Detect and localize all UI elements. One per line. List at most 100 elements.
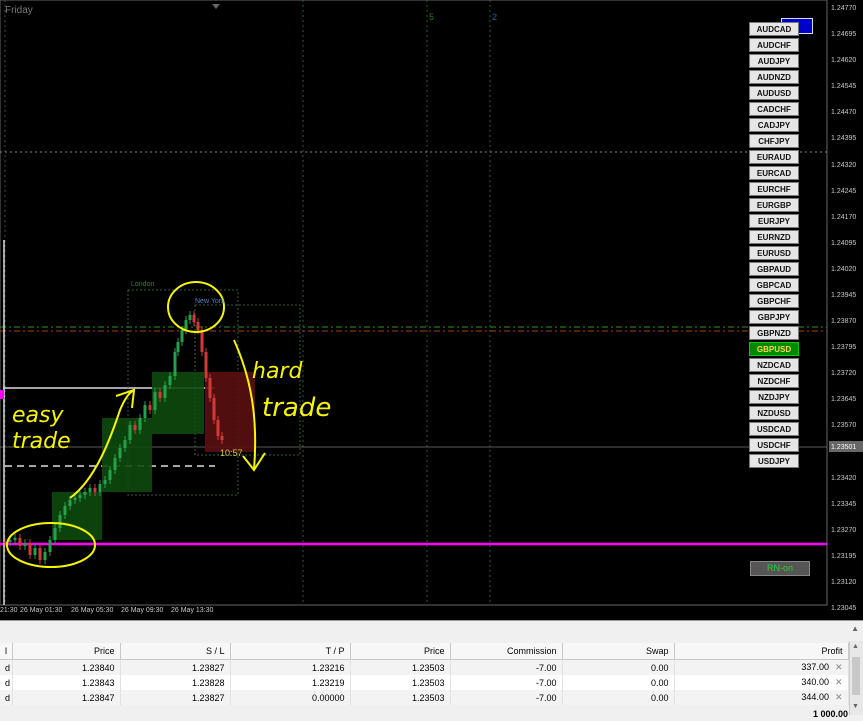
candle-body xyxy=(204,352,208,378)
candle-body xyxy=(196,322,200,330)
pair-button-nzdjpy[interactable]: NZDJPY xyxy=(749,390,799,404)
pair-button-audchf[interactable]: AUDCHF xyxy=(749,38,799,52)
candle-body xyxy=(33,548,37,555)
tp-cell[interactable]: 1.23219 xyxy=(230,675,351,690)
candle-body xyxy=(53,528,57,540)
pair-button-euraud[interactable]: EURAUD xyxy=(749,150,799,164)
close-position-icon[interactable]: ✕ xyxy=(829,677,843,687)
time-tick-label: 26 May 01:30 xyxy=(20,607,63,614)
pair-button-cadchf[interactable]: CADCHF xyxy=(749,102,799,116)
price-tick-label: 1.24020 xyxy=(831,265,857,273)
pair-button-eurcad[interactable]: EURCAD xyxy=(749,166,799,180)
candle-body xyxy=(98,484,102,492)
column-header[interactable]: Price xyxy=(12,643,121,660)
pair-button-audnzd[interactable]: AUDNZD xyxy=(749,70,799,84)
terminal-scrollbar[interactable]: ▲ ▼ xyxy=(849,641,863,715)
candle-body xyxy=(88,488,92,492)
pair-button-nzdchf[interactable]: NZDCHF xyxy=(749,374,799,388)
session-label-london: London xyxy=(131,281,154,288)
column-header[interactable]: Commission xyxy=(450,643,563,660)
pair-button-chfjpy[interactable]: CHFJPY xyxy=(749,134,799,148)
pair-button-usdcad[interactable]: USDCAD xyxy=(749,422,799,436)
pair-button-eurusd[interactable]: EURUSD xyxy=(749,246,799,260)
pair-button-nzdcad[interactable]: NZDCAD xyxy=(749,358,799,372)
pair-button-gbpcad[interactable]: GBPCAD xyxy=(749,278,799,292)
close-position-icon[interactable]: ✕ xyxy=(829,662,843,672)
annotation-text: trade xyxy=(12,429,71,454)
pair-button-audusd[interactable]: AUDUSD xyxy=(749,86,799,100)
price-tick-label: 1.24770 xyxy=(831,5,857,12)
candle-body xyxy=(108,470,112,480)
profit-cell: 337.00 ✕ xyxy=(674,659,849,675)
sl-cell[interactable]: 1.23827 xyxy=(120,690,231,705)
chevron-up-icon[interactable]: ▲ xyxy=(851,624,859,633)
candle-body xyxy=(153,392,157,410)
pair-button-gbpchf[interactable]: GBPCHF xyxy=(749,294,799,308)
candle-body xyxy=(184,320,188,330)
candle-timer: 10:57 xyxy=(220,448,243,458)
tp-cell[interactable]: 1.23216 xyxy=(230,659,351,675)
candle-body xyxy=(168,376,172,385)
candle-body xyxy=(83,492,87,495)
price-tick-label: 1.23420 xyxy=(831,474,857,482)
column-header[interactable]: l xyxy=(0,643,13,660)
trades-table: l Price S / L T / P Price Commission Swa… xyxy=(0,643,849,705)
candle-body xyxy=(58,515,62,528)
column-header[interactable]: Profit xyxy=(674,643,849,660)
swap-cell: 0.00 xyxy=(562,675,675,690)
close-position-icon[interactable]: ✕ xyxy=(829,692,843,702)
pair-button-usdjpy[interactable]: USDJPY xyxy=(749,454,799,468)
demand-zone xyxy=(152,372,204,434)
pair-button-gbpjpy[interactable]: GBPJPY xyxy=(749,310,799,324)
candle-body xyxy=(3,542,7,543)
price-tick-label: 1.24695 xyxy=(831,31,857,39)
candle-body xyxy=(118,448,122,458)
pair-button-nzdusd[interactable]: NZDUSD xyxy=(749,406,799,420)
candle-body xyxy=(43,552,47,560)
pair-button-eurchf[interactable]: EURCHF xyxy=(749,182,799,196)
candle-body xyxy=(143,405,147,418)
scroll-marker-icon xyxy=(212,4,220,9)
candle-body xyxy=(220,436,224,440)
column-header[interactable]: Swap xyxy=(562,643,675,660)
pair-button-usdchf[interactable]: USDCHF xyxy=(749,438,799,452)
column-header[interactable]: Price xyxy=(350,643,451,660)
profit-value: 337.00 xyxy=(801,662,829,672)
table-row[interactable]: d 1.23843 1.23828 1.23219 1.23503 -7.00 … xyxy=(0,675,849,690)
pair-button-audcad[interactable]: AUDCAD xyxy=(749,22,799,36)
pair-button-cadjpy[interactable]: CADJPY xyxy=(749,118,799,132)
column-header[interactable]: S / L xyxy=(120,643,231,660)
table-row[interactable]: d 1.23840 1.23827 1.23216 1.23503 -7.00 … xyxy=(0,659,849,675)
pair-button-eurgbp[interactable]: EURGBP xyxy=(749,198,799,212)
annotation-text: hard xyxy=(252,359,303,384)
table-row[interactable]: d 1.23847 1.23827 0.00000 1.23503 -7.00 … xyxy=(0,690,849,705)
scroll-up-icon[interactable]: ▲ xyxy=(852,643,859,650)
pair-button-gbpnzd[interactable]: GBPNZD xyxy=(749,326,799,340)
price-tick-label: 1.23270 xyxy=(831,526,857,534)
price-tick-label: 1.23945 xyxy=(831,291,857,299)
sl-cell[interactable]: 1.23828 xyxy=(120,675,231,690)
candle-body xyxy=(200,330,204,352)
pair-button-eurjpy[interactable]: EURJPY xyxy=(749,214,799,228)
price-chart[interactable]: easy trade hard trade London New York 10… xyxy=(0,0,863,620)
profit-cell: 344.00 ✕ xyxy=(674,690,849,705)
rn-toggle-button[interactable]: RN-on xyxy=(750,561,810,576)
pair-button-gbpaud[interactable]: GBPAUD xyxy=(749,262,799,276)
pair-button-eurnzd[interactable]: EURNZD xyxy=(749,230,799,244)
scroll-thumb[interactable] xyxy=(852,657,860,695)
candle-body xyxy=(158,392,162,398)
plot-frame xyxy=(0,0,828,606)
price-cell: 1.23503 xyxy=(350,675,451,690)
candle-body xyxy=(180,330,184,342)
sl-cell[interactable]: 1.23827 xyxy=(120,659,231,675)
tp-cell[interactable]: 0.00000 xyxy=(230,690,351,705)
pair-button-audjpy[interactable]: AUDJPY xyxy=(749,54,799,68)
open-price-cell: 1.23847 xyxy=(12,690,121,705)
pair-button-gbpusd[interactable]: GBPUSD xyxy=(749,342,799,356)
chart-canvas[interactable]: easy trade hard trade London New York 10… xyxy=(0,0,863,620)
top-marker: 2 xyxy=(492,12,497,22)
price-tick-label: 1.23795 xyxy=(831,344,857,352)
scroll-down-icon[interactable]: ▼ xyxy=(852,703,859,710)
column-header[interactable]: T / P xyxy=(230,643,351,660)
current-price-label: 1.23501 xyxy=(831,444,856,451)
